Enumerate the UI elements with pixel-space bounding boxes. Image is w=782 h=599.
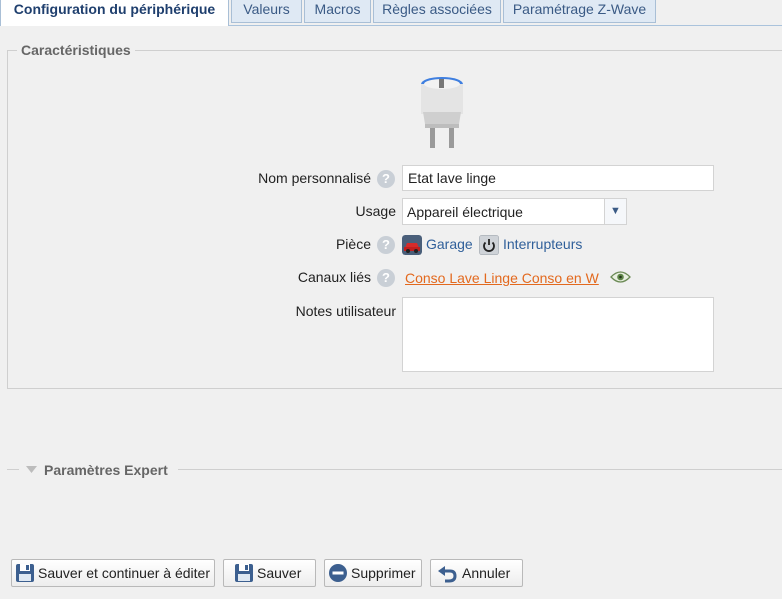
expert-settings-legend[interactable]: Paramètres Expert — [44, 462, 168, 478]
user-notes-label: Notes utilisateur — [295, 303, 396, 319]
chevron-down-icon[interactable]: ▼ — [604, 199, 626, 224]
power-switch-icon — [479, 235, 499, 255]
cancel-label: Annuler — [462, 565, 511, 581]
linked-channel-link[interactable]: Conso Lave Linge Conso en W — [405, 270, 599, 286]
save-label: Sauver — [257, 565, 302, 581]
usage-selected-value: Appareil électrique — [407, 204, 523, 220]
usage-select[interactable]: Appareil électrique ▼ — [402, 198, 627, 225]
save-and-continue-button[interactable]: Sauver et continuer à éditer — [11, 559, 215, 587]
help-icon[interactable]: ? — [377, 236, 395, 254]
custom-name-input[interactable] — [402, 165, 714, 191]
device-plug-image — [421, 77, 463, 148]
collapse-triangle-icon[interactable] — [26, 466, 37, 473]
help-icon[interactable]: ? — [377, 269, 395, 287]
delete-label: Supprimer — [351, 565, 416, 581]
undo-arrow-icon — [438, 566, 457, 583]
expert-divider-left — [7, 469, 19, 470]
save-and-continue-label: Sauver et continuer à éditer — [38, 565, 210, 581]
garage-car-icon — [402, 235, 422, 255]
cancel-button[interactable]: Annuler — [430, 559, 523, 587]
floppy-disk-icon — [16, 564, 34, 582]
tab-associated-rules[interactable]: Règles associées — [373, 0, 501, 23]
tab-macros[interactable]: Macros — [304, 0, 371, 23]
eye-icon[interactable] — [610, 270, 631, 284]
help-icon[interactable]: ? — [377, 170, 395, 188]
room-label: Pièce — [335, 236, 371, 252]
room-link-switches[interactable]: Interrupteurs — [503, 236, 582, 252]
tab-values[interactable]: Valeurs — [231, 0, 302, 23]
delete-button[interactable]: Supprimer — [324, 559, 422, 587]
save-button[interactable]: Sauver — [223, 559, 316, 587]
user-notes-textarea[interactable] — [402, 297, 714, 372]
linked-channels-label: Canaux liés — [297, 269, 371, 285]
floppy-disk-icon — [235, 564, 253, 582]
room-link-garage[interactable]: Garage — [426, 236, 473, 252]
custom-name-label: Nom personnalisé — [258, 170, 371, 186]
minus-circle-icon — [329, 564, 347, 582]
characteristics-legend: Caractéristiques — [17, 42, 135, 58]
tab-zwave-settings[interactable]: Paramétrage Z-Wave — [503, 0, 656, 23]
tab-device-configuration[interactable]: Configuration du périphérique — [0, 0, 229, 26]
usage-label: Usage — [355, 203, 396, 219]
tab-bar: Configuration du périphérique Valeurs Ma… — [0, 0, 782, 26]
expert-divider-right — [178, 469, 782, 470]
